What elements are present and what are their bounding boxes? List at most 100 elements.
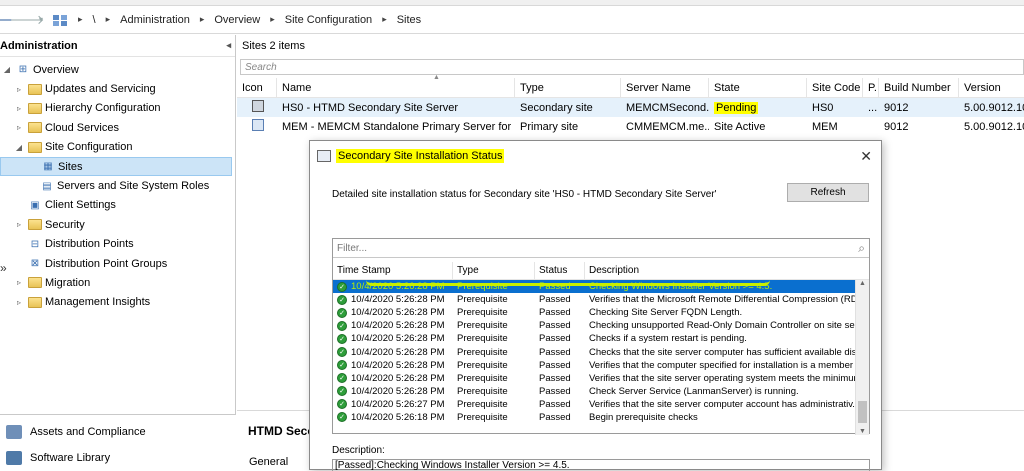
workspace-label: Software Library bbox=[30, 452, 111, 464]
column-header-type[interactable]: Type bbox=[453, 262, 535, 279]
time-stamp-text: 10/4/2020 5:26:28 PM bbox=[351, 346, 445, 358]
table-row[interactable]: HS0 - HTMD Secondary Site Server Seconda… bbox=[237, 98, 1024, 117]
status-row[interactable]: ✓ 10/4/2020 5:26:28 PM Prerequisite Passed V… bbox=[333, 372, 869, 385]
column-header-description[interactable]: Description bbox=[585, 262, 855, 279]
state-pending-badge: Pending bbox=[714, 101, 759, 114]
description-cell: Verifies that the Microsoft Remote Diffe… bbox=[589, 294, 855, 306]
scroll-down-icon[interactable]: ▼ bbox=[859, 428, 866, 435]
search-icon[interactable]: ⌕ bbox=[858, 241, 865, 256]
collapse-chevron-icon[interactable]: ◢ bbox=[2, 65, 12, 74]
scrollbar-thumb[interactable] bbox=[858, 401, 867, 423]
breadcrumb: ▸ \ ▸ Administration ▸ Overview ▸ Site C… bbox=[52, 13, 421, 27]
history-dropdown-icon[interactable]: ▾ bbox=[36, 11, 46, 29]
sidebar-item-management-insights[interactable]: ▹ Management Insights bbox=[0, 293, 235, 312]
status-row[interactable]: ✓ 10/4/2020 5:26:28 PM Prerequisite Passed C… bbox=[333, 385, 869, 398]
status-row[interactable]: ✓ 10/4/2020 5:26:18 PM Prerequisite Passed B… bbox=[333, 411, 869, 424]
sidebar-item-servers-and-site-system-roles[interactable]: ▤ Servers and Site System Roles bbox=[0, 176, 235, 195]
status-row[interactable]: ✓ 10/4/2020 5:26:28 PM Prerequisite Passed V… bbox=[333, 293, 869, 306]
collapse-chevron-icon[interactable]: ◢ bbox=[14, 143, 24, 152]
vertical-scrollbar[interactable]: ▲ ▼ bbox=[855, 280, 869, 435]
time-stamp-text: 10/4/2020 5:26:27 PM bbox=[351, 398, 445, 410]
breadcrumb-administration[interactable]: Administration bbox=[120, 14, 190, 26]
breadcrumb-separator: ▸ bbox=[199, 14, 205, 24]
expand-chevron-icon[interactable]: ▹ bbox=[14, 85, 24, 94]
sidebar-item-migration[interactable]: ▹ Migration bbox=[0, 273, 235, 292]
sidebar-item-label: Client Settings bbox=[45, 199, 116, 212]
column-header-state[interactable]: State bbox=[709, 78, 807, 97]
breadcrumb-sites[interactable]: Sites bbox=[397, 14, 421, 26]
status-cell: Passed bbox=[539, 307, 571, 319]
status-row[interactable]: ✓ 10/4/2020 5:26:27 PM Prerequisite Passed V… bbox=[333, 398, 869, 411]
sidebar-item-updates-and-servicing[interactable]: ▹ Updates and Servicing bbox=[0, 79, 235, 98]
expand-chevron-icon[interactable]: ▹ bbox=[14, 123, 24, 132]
sidebar-item-distribution-points[interactable]: ⊟ Distribution Points bbox=[0, 235, 235, 254]
time-stamp-cell: ✓ 10/4/2020 5:26:28 PM bbox=[333, 281, 453, 292]
sidebar-item-site-configuration[interactable]: ◢ Site Configuration bbox=[0, 138, 235, 157]
sort-ascending-icon: ▲ bbox=[433, 74, 440, 81]
description-cell: Verifies that the site server operating … bbox=[589, 372, 855, 384]
passed-check-icon: ✓ bbox=[337, 347, 347, 358]
site-name-cell: MEM - MEMCM Standalone Primary Server fo… bbox=[282, 120, 515, 133]
column-header-type[interactable]: Type bbox=[515, 78, 621, 97]
workspace-assets-and-compliance[interactable]: Assets and Compliance bbox=[0, 421, 236, 443]
refresh-button[interactable]: Refresh bbox=[787, 183, 869, 202]
time-stamp-cell: ✓ 10/4/2020 5:26:28 PM bbox=[333, 320, 453, 331]
column-header-name[interactable]: Name ▲ bbox=[277, 74, 515, 97]
site-code-cell: HS0 bbox=[812, 101, 834, 114]
navigation-title: Administration bbox=[0, 39, 78, 52]
breadcrumb-root[interactable]: \ bbox=[93, 14, 96, 26]
expand-chevron-icon[interactable]: ▹ bbox=[14, 278, 24, 287]
breadcrumb-separator: ▸ bbox=[382, 14, 387, 24]
server-name-cell: MEMCMSecond... bbox=[626, 101, 709, 114]
dp-groups-icon: ⊠ bbox=[30, 258, 40, 270]
column-header-version[interactable]: Version bbox=[959, 78, 1024, 97]
breadcrumb-site-configuration[interactable]: Site Configuration bbox=[285, 14, 372, 26]
forward-arrow-icon[interactable]: 🡒 bbox=[10, 11, 45, 29]
status-row[interactable]: ✓ 10/4/2020 5:26:28 PM Prerequisite Passed C… bbox=[333, 332, 869, 345]
column-header-site-code[interactable]: Site Code bbox=[807, 78, 863, 97]
column-header-build-number[interactable]: Build Number bbox=[879, 78, 959, 97]
description-textbox[interactable]: [Passed]:Checking Windows Installer Vers… bbox=[332, 459, 870, 471]
breadcrumb-separator: ▸ bbox=[105, 14, 111, 24]
search-input[interactable]: Search bbox=[240, 59, 1024, 75]
filter-input[interactable]: Filter... ⌕ bbox=[333, 239, 869, 258]
tab-general[interactable]: General bbox=[249, 456, 288, 468]
sidebar-item-distribution-point-groups[interactable]: ⊠ Distribution Point Groups bbox=[0, 254, 235, 273]
column-header-icon[interactable]: Icon bbox=[237, 78, 277, 97]
sidebar-item-sites[interactable]: ▦ Sites bbox=[0, 156, 232, 177]
sidebar-item-overview[interactable]: ◢ ⊞ Overview bbox=[0, 60, 235, 79]
status-row[interactable]: ✓ 10/4/2020 5:26:28 PM Prerequisite Passed C… bbox=[333, 319, 869, 332]
expand-double-chevron-icon[interactable]: » bbox=[0, 261, 7, 275]
scroll-up-icon[interactable]: ▲ bbox=[859, 280, 866, 287]
column-header-status[interactable]: Status bbox=[535, 262, 585, 279]
table-row[interactable]: MEM - MEMCM Standalone Primary Server fo… bbox=[237, 117, 1024, 136]
type-cell: Prerequisite bbox=[457, 346, 508, 358]
sidebar-item-hierarchy-configuration[interactable]: ▹ Hierarchy Configuration bbox=[0, 99, 235, 118]
time-stamp-cell: ✓ 10/4/2020 5:26:28 PM bbox=[333, 294, 453, 305]
column-header-server-name[interactable]: Server Name bbox=[621, 78, 709, 97]
description-cell: Checks if a system restart is pending. bbox=[589, 333, 747, 345]
close-icon[interactable]: ✕ bbox=[860, 148, 872, 165]
status-row[interactable]: ✓ 10/4/2020 5:26:28 PM Prerequisite Passed C… bbox=[333, 345, 869, 358]
secondary-site-icon bbox=[252, 100, 264, 112]
sidebar-item-label: Management Insights bbox=[45, 296, 151, 309]
sidebar-item-client-settings[interactable]: ▣ Client Settings bbox=[0, 196, 235, 215]
workspace-software-library[interactable]: Software Library bbox=[0, 447, 236, 469]
breadcrumb-overview[interactable]: Overview bbox=[214, 14, 260, 26]
expand-chevron-icon[interactable]: ▹ bbox=[14, 220, 24, 229]
status-row[interactable]: ✓ 10/4/2020 5:26:28 PM Prerequisite Passed C… bbox=[333, 306, 869, 319]
server-name-cell: CMMEMCM.me... bbox=[626, 120, 709, 133]
status-cell: Passed bbox=[539, 346, 571, 358]
expand-chevron-icon[interactable]: ▹ bbox=[14, 104, 24, 113]
status-row[interactable]: ✓ 10/4/2020 5:26:28 PM Prerequisite Passed C… bbox=[333, 280, 869, 294]
column-header-p[interactable]: P. bbox=[863, 78, 879, 97]
navigation-tree: ◢ ⊞ Overview ▹ Updates and Servicing ▹ Hierarc… bbox=[0, 57, 235, 312]
collapse-pane-icon[interactable]: ◂ bbox=[226, 40, 231, 51]
status-row[interactable]: ✓ 10/4/2020 5:26:28 PM Prerequisite Passed V… bbox=[333, 359, 869, 372]
sidebar-item-cloud-services[interactable]: ▹ Cloud Services bbox=[0, 118, 235, 137]
expand-chevron-icon[interactable]: ▹ bbox=[14, 298, 24, 307]
type-cell: Prerequisite bbox=[457, 411, 508, 423]
state-cell: Pending bbox=[709, 101, 807, 114]
sidebar-item-security[interactable]: ▹ Security bbox=[0, 215, 235, 234]
column-header-time-stamp[interactable]: Time Stamp bbox=[333, 262, 453, 279]
